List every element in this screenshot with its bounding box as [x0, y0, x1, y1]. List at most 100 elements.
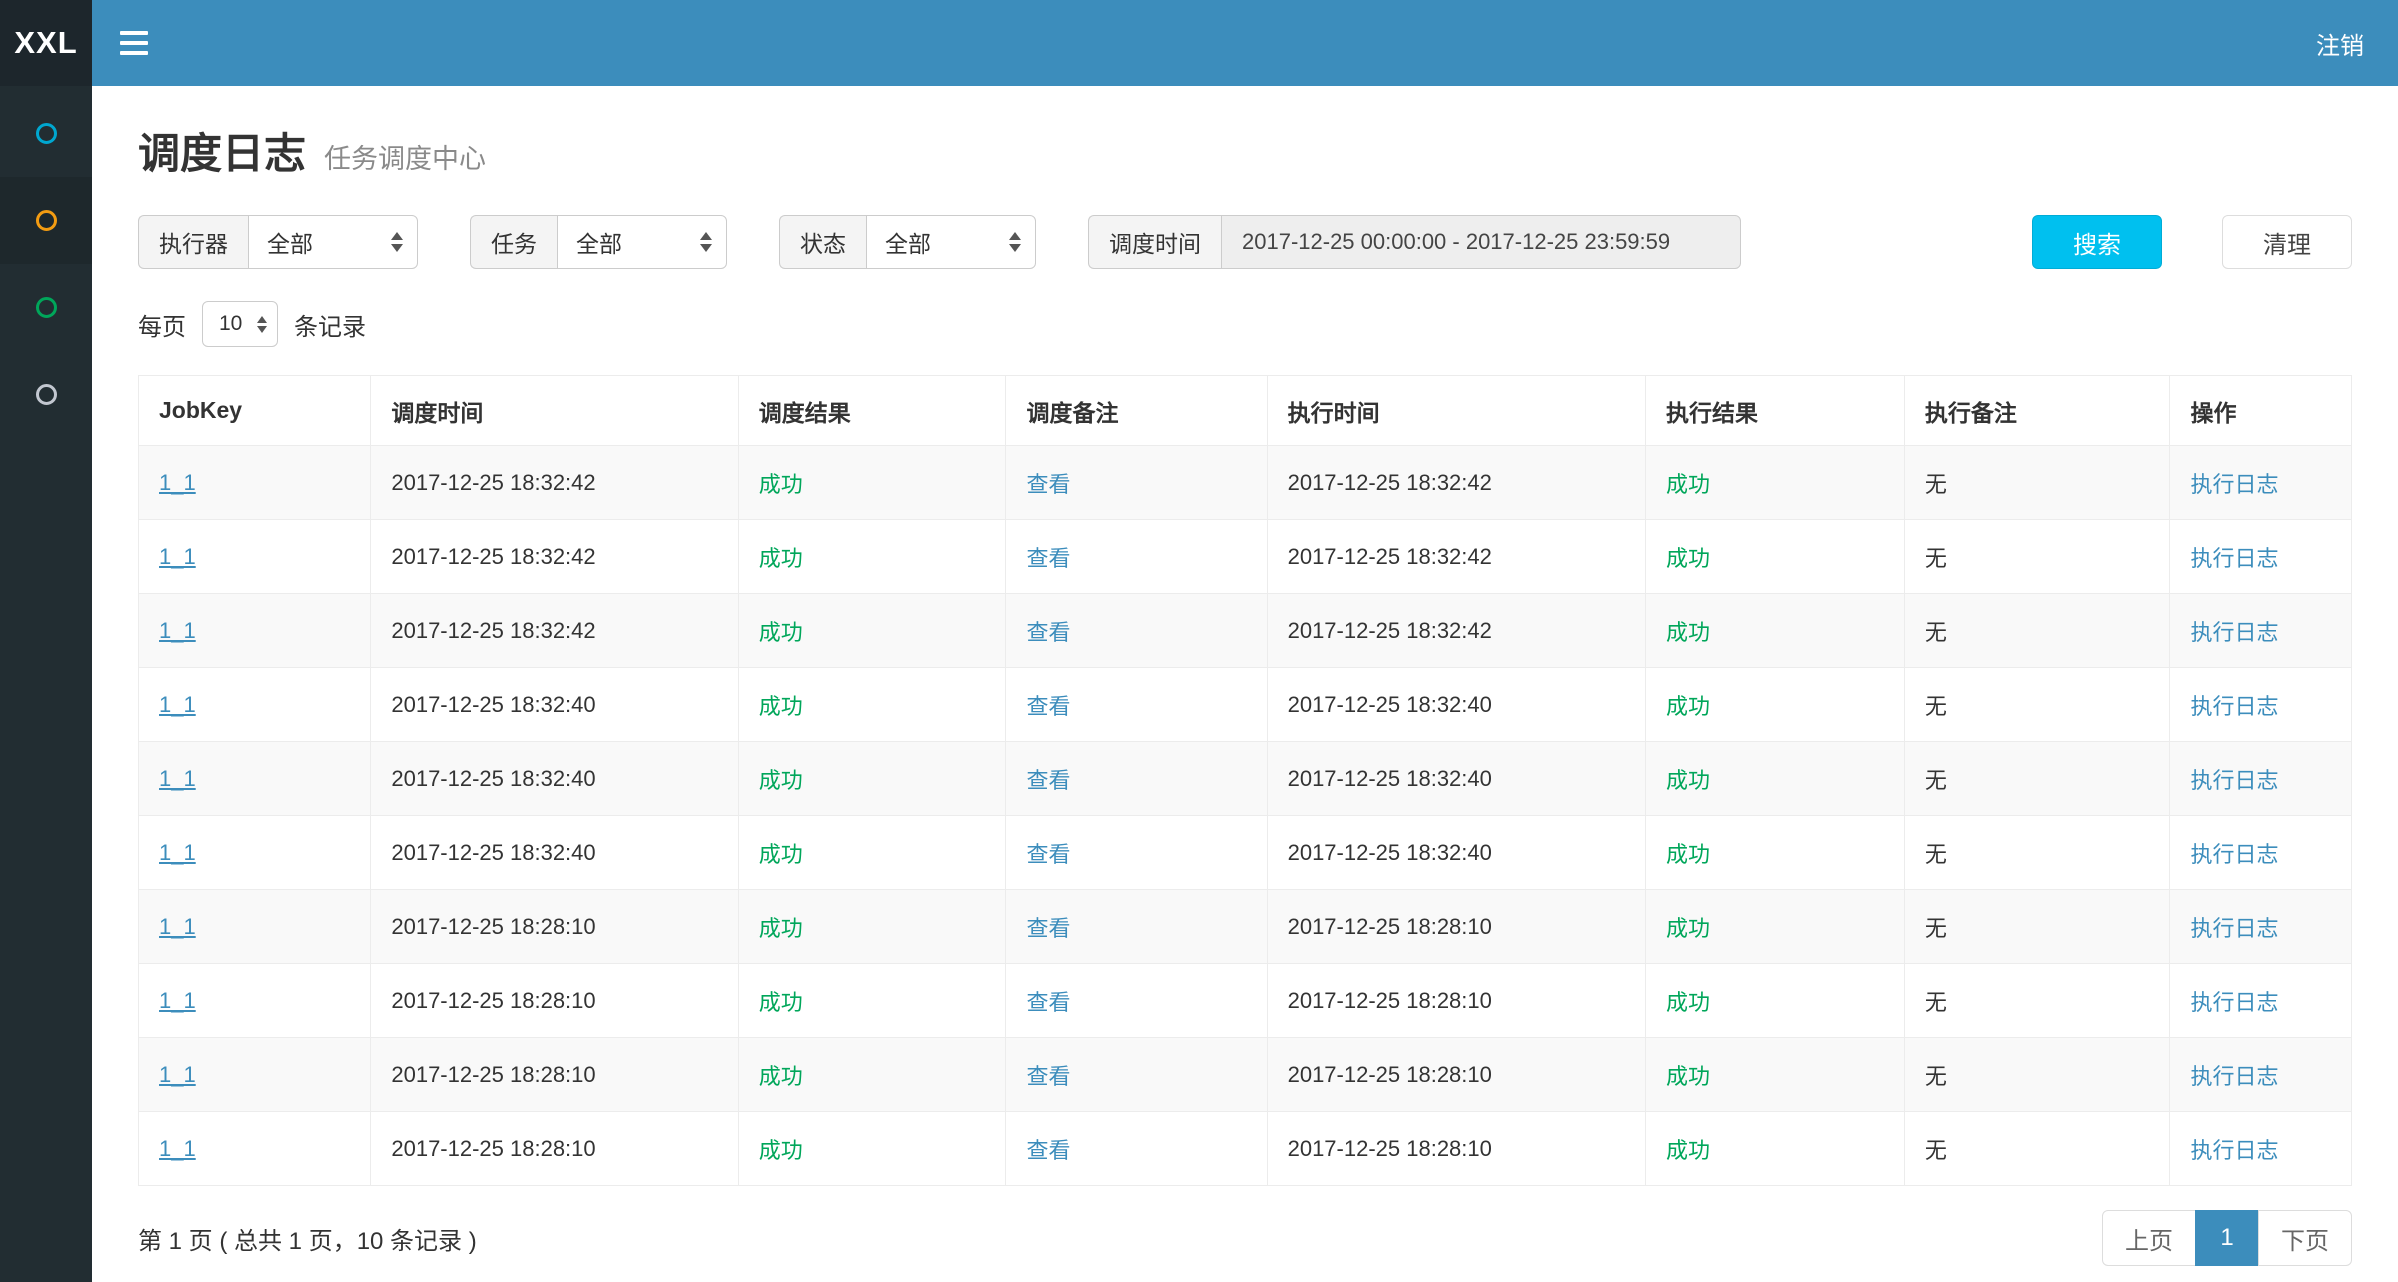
clear-button[interactable]: 清理 — [2222, 215, 2352, 269]
handle-time-cell: 2017-12-25 18:32:42 — [1267, 594, 1645, 668]
select-arrows-icon — [1009, 232, 1021, 252]
sidebar-toggle-button[interactable] — [92, 0, 176, 86]
trigger-time-cell: 2017-12-25 18:32:42 — [371, 446, 738, 520]
handle-msg-cell: 无 — [1904, 520, 2170, 594]
trigger-msg-link[interactable]: 查看 — [1026, 768, 1070, 793]
trigger-result-text: 成功 — [759, 1138, 803, 1163]
trigger-time-cell: 2017-12-25 18:32:42 — [371, 520, 738, 594]
sidebar-item-4[interactable] — [0, 351, 92, 438]
page-title: 调度日志 — [138, 120, 306, 181]
main-content: 调度日志 任务调度中心 执行器 全部 任务 全部 — [92, 86, 2398, 1282]
job-filter-select[interactable]: 全部 — [557, 215, 727, 269]
exec-log-link[interactable]: 执行日志 — [2190, 1064, 2278, 1089]
pagination-current-page[interactable]: 1 — [2195, 1210, 2259, 1266]
column-header-4: 执行时间 — [1267, 376, 1645, 446]
page-size-select[interactable]: 10 — [202, 301, 278, 347]
handle-msg-cell: 无 — [1904, 594, 2170, 668]
trigger-msg-link[interactable]: 查看 — [1026, 916, 1070, 941]
trigger-msg-link[interactable]: 查看 — [1026, 1138, 1070, 1163]
trigger-result-text: 成功 — [759, 472, 803, 497]
sidebar-item-3[interactable] — [0, 264, 92, 351]
trigger-msg-link[interactable]: 查看 — [1026, 546, 1070, 571]
trigger-result-text: 成功 — [759, 990, 803, 1015]
sidebar-item-2[interactable] — [0, 177, 92, 264]
jobkey-link[interactable]: 1_1 — [159, 766, 196, 791]
exec-log-link[interactable]: 执行日志 — [2190, 472, 2278, 497]
jobkey-link[interactable]: 1_1 — [159, 988, 196, 1013]
executor-filter-select[interactable]: 全部 — [248, 215, 418, 269]
column-header-0: JobKey — [139, 376, 371, 446]
exec-log-link[interactable]: 执行日志 — [2190, 916, 2278, 941]
exec-log-link[interactable]: 执行日志 — [2190, 546, 2278, 571]
exec-log-link[interactable]: 执行日志 — [2190, 990, 2278, 1015]
pagination-next-button[interactable]: 下页 — [2258, 1210, 2352, 1266]
sidebar — [0, 86, 92, 1282]
jobkey-link[interactable]: 1_1 — [159, 470, 196, 495]
handle-msg-cell: 无 — [1904, 890, 2170, 964]
pagination-summary: 第 1 页 ( 总共 1 页，10 条记录 ) — [138, 1221, 477, 1256]
status-filter-value: 全部 — [885, 225, 931, 259]
trigger-result-text: 成功 — [759, 694, 803, 719]
search-button[interactable]: 搜索 — [2032, 215, 2162, 269]
trigger-msg-link[interactable]: 查看 — [1026, 842, 1070, 867]
trigger-result-text: 成功 — [759, 620, 803, 645]
handle-result-text: 成功 — [1666, 916, 1710, 941]
handle-msg-cell: 无 — [1904, 1038, 2170, 1112]
column-header-3: 调度备注 — [1006, 376, 1267, 446]
jobkey-link[interactable]: 1_1 — [159, 618, 196, 643]
trigger-msg-link[interactable]: 查看 — [1026, 1064, 1070, 1089]
select-arrows-icon — [700, 232, 712, 252]
circle-o-icon — [36, 384, 57, 405]
table-row: 1_1 2017-12-25 18:28:10 成功 查看 2017-12-25… — [139, 964, 2352, 1038]
trigger-msg-link[interactable]: 查看 — [1026, 694, 1070, 719]
exec-log-link[interactable]: 执行日志 — [2190, 768, 2278, 793]
table-row: 1_1 2017-12-25 18:32:42 成功 查看 2017-12-25… — [139, 594, 2352, 668]
trigger-result-text: 成功 — [759, 546, 803, 571]
exec-log-link[interactable]: 执行日志 — [2190, 620, 2278, 645]
jobkey-link[interactable]: 1_1 — [159, 840, 196, 865]
trigger-result-text: 成功 — [759, 916, 803, 941]
jobkey-link[interactable]: 1_1 — [159, 1136, 196, 1161]
handle-result-text: 成功 — [1666, 842, 1710, 867]
sidebar-item-1[interactable] — [0, 90, 92, 177]
select-arrows-icon — [257, 316, 267, 333]
jobkey-link[interactable]: 1_1 — [159, 692, 196, 717]
trigger-result-text: 成功 — [759, 1064, 803, 1089]
trigger-msg-link[interactable]: 查看 — [1026, 990, 1070, 1015]
exec-log-link[interactable]: 执行日志 — [2190, 1138, 2278, 1163]
sidebar-menu — [0, 90, 92, 438]
handle-msg-cell: 无 — [1904, 742, 2170, 816]
trigger-time-cell: 2017-12-25 18:32:40 — [371, 668, 738, 742]
handle-result-text: 成功 — [1666, 694, 1710, 719]
column-header-6: 执行备注 — [1904, 376, 2170, 446]
handle-msg-cell: 无 — [1904, 1112, 2170, 1186]
trigger-msg-link[interactable]: 查看 — [1026, 472, 1070, 497]
trigger-time-cell: 2017-12-25 18:28:10 — [371, 890, 738, 964]
column-header-5: 执行结果 — [1646, 376, 1905, 446]
table-row: 1_1 2017-12-25 18:28:10 成功 查看 2017-12-25… — [139, 890, 2352, 964]
table-row: 1_1 2017-12-25 18:32:42 成功 查看 2017-12-25… — [139, 520, 2352, 594]
jobkey-link[interactable]: 1_1 — [159, 1062, 196, 1087]
logout-link[interactable]: 注销 — [2316, 26, 2398, 61]
jobkey-link[interactable]: 1_1 — [159, 544, 196, 569]
trigger-msg-link[interactable]: 查看 — [1026, 620, 1070, 645]
exec-log-link[interactable]: 执行日志 — [2190, 694, 2278, 719]
handle-msg-cell: 无 — [1904, 816, 2170, 890]
brand-logo[interactable]: XXL — [0, 0, 92, 86]
status-filter-select[interactable]: 全部 — [866, 215, 1036, 269]
pagination-prev-button[interactable]: 上页 — [2102, 1210, 2196, 1266]
trigger-time-cell: 2017-12-25 18:28:10 — [371, 1112, 738, 1186]
exec-log-link[interactable]: 执行日志 — [2190, 842, 2278, 867]
handle-time-cell: 2017-12-25 18:32:40 — [1267, 816, 1645, 890]
table-row: 1_1 2017-12-25 18:28:10 成功 查看 2017-12-25… — [139, 1038, 2352, 1112]
trigger-time-range-input[interactable] — [1221, 215, 1741, 269]
executor-filter-value: 全部 — [267, 225, 313, 259]
handle-msg-cell: 无 — [1904, 668, 2170, 742]
log-table: JobKey调度时间调度结果调度备注执行时间执行结果执行备注操作 1_1 201… — [138, 375, 2352, 1186]
table-row: 1_1 2017-12-25 18:32:40 成功 查看 2017-12-25… — [139, 668, 2352, 742]
log-table-body: 1_1 2017-12-25 18:32:42 成功 查看 2017-12-25… — [139, 446, 2352, 1186]
trigger-time-cell: 2017-12-25 18:28:10 — [371, 964, 738, 1038]
handle-time-cell: 2017-12-25 18:32:40 — [1267, 742, 1645, 816]
job-filter-value: 全部 — [576, 225, 622, 259]
jobkey-link[interactable]: 1_1 — [159, 914, 196, 939]
